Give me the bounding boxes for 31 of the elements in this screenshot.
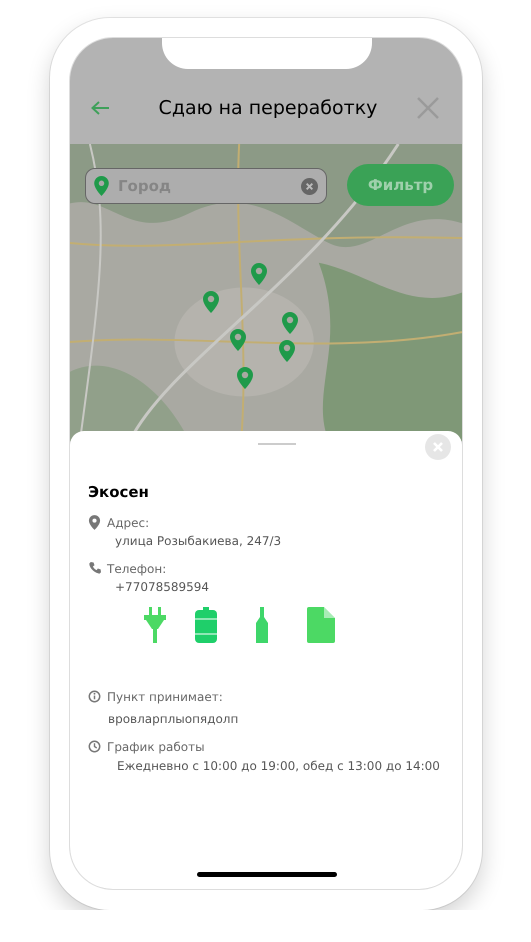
back-arrow-icon[interactable]: [90, 100, 110, 116]
bottle-icon: [255, 607, 269, 643]
point-name: Экосен: [88, 483, 150, 501]
phone-icon: [88, 561, 101, 576]
screen-title: Сдаю на переработку: [158, 97, 378, 119]
can-icon: [195, 607, 217, 643]
location-pin-icon: [94, 176, 109, 196]
map-pin-icon[interactable]: [251, 263, 267, 285]
field-value: Ежедневно с 10:00 до 19:00, обед с 13:00 до 14:00: [116, 759, 441, 773]
filter-button[interactable]: Фильтр: [347, 164, 454, 206]
map-pin-icon[interactable]: [282, 312, 298, 334]
field-label: Пункт принимает:: [107, 690, 223, 704]
close-icon[interactable]: [425, 434, 451, 460]
map-pin-icon[interactable]: [279, 340, 295, 362]
field-label: График работы: [107, 740, 205, 754]
drag-handle[interactable]: [258, 443, 296, 445]
info-icon: [88, 689, 101, 704]
phone-number: +77078589594: [114, 580, 210, 594]
field-label: Адрес:: [107, 516, 150, 530]
field-value: вровларплыопядолп: [107, 712, 240, 726]
map-pin-icon[interactable]: [230, 329, 246, 351]
document-icon: [307, 607, 335, 643]
clear-icon[interactable]: [301, 178, 318, 195]
map-pin-icon[interactable]: [237, 367, 253, 389]
plug-icon: [143, 607, 167, 643]
map-pin-icon[interactable]: [203, 291, 219, 313]
field-value: улица Розыбакиева, 247/3: [114, 534, 282, 548]
location-pin-icon: [88, 515, 101, 530]
clock-icon: [88, 739, 101, 754]
field-label: Телефон:: [107, 562, 166, 576]
close-icon[interactable]: [416, 96, 440, 120]
